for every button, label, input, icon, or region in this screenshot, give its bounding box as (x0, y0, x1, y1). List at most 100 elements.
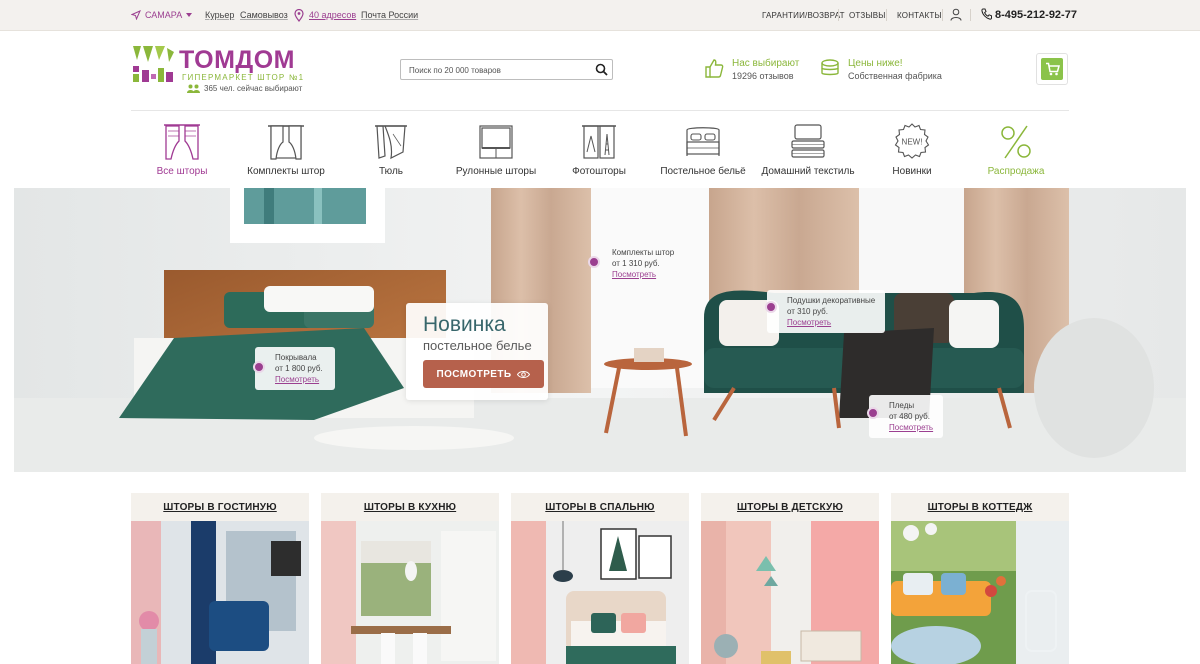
guarantees-link[interactable]: ГАРАНТИИ/ВОЗВРАТ (762, 11, 845, 20)
location-arrow-icon (131, 10, 141, 20)
delivery-pickup-link[interactable]: Самовывоз (240, 10, 288, 20)
hotspot-dot[interactable] (253, 361, 265, 373)
room-card-title[interactable]: ШТОРЫ В КУХНЮ (321, 493, 499, 521)
cart-icon (1045, 62, 1060, 76)
room-bedroom-photo (511, 521, 689, 664)
thumbs-up-icon (705, 59, 724, 78)
room-kids-photo (701, 521, 879, 664)
feature-subtitle: 19296 отзывов (732, 71, 794, 81)
curtain-set-icon (268, 125, 304, 160)
reviews-link[interactable]: ОТЗЫВЫ (849, 11, 886, 20)
hotspot-bedspreads: Покрывала от 1 800 руб. Посмотреть (253, 347, 335, 390)
promo-view-button[interactable]: ПОСМОТРЕТЬ (423, 360, 544, 388)
hotspot-link[interactable]: Посмотреть (275, 374, 328, 385)
feature-prices: Цены ниже! Собственная фабрика (820, 58, 942, 82)
logo-mark-icon (133, 46, 174, 82)
hotspot-text: Покрывала от 1 800 руб. Посмотреть (275, 352, 328, 385)
promo-subtitle: постельное белье (423, 338, 532, 353)
category-label: Комплекты штор (247, 166, 325, 177)
category-label: Все шторы (156, 166, 208, 177)
hotspot-dot[interactable] (588, 256, 600, 268)
visitor-count-text: 365 чел. сейчас выбирают (204, 84, 303, 93)
people-icon (187, 84, 200, 93)
hotspot-link[interactable]: Посмотреть (787, 317, 878, 328)
room-card-title[interactable]: ШТОРЫ В ГОСТИНУЮ (131, 493, 309, 521)
hotspot-link[interactable]: Посмотреть (889, 422, 936, 433)
room-card-title[interactable]: ШТОРЫ В ДЕТСКУЮ (701, 493, 879, 521)
feature-subtitle: Собственная фабрика (848, 71, 942, 81)
category-roller-blinds[interactable]: Рулонные шторы (441, 120, 551, 177)
phone-number[interactable]: 8-495-212-92-77 (995, 9, 1077, 21)
hotspot-dot[interactable] (867, 407, 879, 419)
room-kitchen-photo (321, 521, 499, 664)
category-bed-linen[interactable]: Постельное бельё (648, 120, 758, 177)
feature-title: Нас выбирают (732, 58, 800, 69)
svg-text:NEW!: NEW! (902, 138, 923, 147)
hotspot-curtain-sets: Комплекты штор от 1 310 руб. Посмотреть (612, 247, 674, 280)
room-card-title[interactable]: ШТОРЫ В КОТТЕДЖ (891, 493, 1069, 521)
hotspot-throws: Пледы от 480 руб. Посмотреть (867, 395, 943, 438)
hero-room-illustration (14, 188, 1186, 472)
city-selector[interactable]: САМАРА (131, 10, 193, 20)
fabric-roll-icon (821, 59, 839, 76)
hotspot-price: от 310 руб. (787, 307, 828, 316)
chevron-down-icon (186, 13, 193, 17)
hotspot-text: Пледы от 480 руб. Посмотреть (889, 400, 936, 433)
category-label: Домашний текстиль (761, 166, 855, 177)
divider (838, 9, 839, 21)
search-icon[interactable] (595, 63, 608, 76)
room-card-living[interactable]: ШТОРЫ В ГОСТИНУЮ (131, 493, 309, 664)
roller-blind-icon (479, 125, 513, 159)
towels-icon (791, 124, 825, 158)
promo-card: Новинка постельное белье ПОСМОТРЕТЬ (406, 303, 548, 400)
hotspot-name: Пледы (889, 401, 915, 410)
hotspot-text: Подушки декоративные от 310 руб. Посмотр… (787, 295, 878, 328)
hotspot-pillows: Подушки декоративные от 310 руб. Посмотр… (765, 290, 885, 333)
room-card-bedroom[interactable]: ШТОРЫ В СПАЛЬНЮ (511, 493, 689, 664)
category-all-curtains[interactable]: Все шторы (127, 120, 237, 177)
search-box (400, 59, 613, 80)
hotspot-price: от 1 800 руб. (275, 364, 323, 373)
room-card-kids[interactable]: ШТОРЫ В ДЕТСКУЮ (701, 493, 879, 664)
eye-icon (517, 370, 531, 378)
divider (886, 9, 887, 21)
city-name: САМАРА (145, 10, 183, 20)
visitor-counter: 365 чел. сейчас выбирают (187, 84, 302, 93)
delivery-courier-link[interactable]: Курьер (205, 10, 234, 20)
percent-icon (1001, 125, 1031, 159)
hotspot-price: от 1 310 руб. (612, 259, 660, 268)
hotspot-name: Подушки декоративные (787, 296, 876, 305)
user-icon[interactable] (950, 8, 962, 21)
hero-banner[interactable]: Комплекты штор от 1 310 руб. Посмотреть … (14, 188, 1186, 472)
category-label: Постельное бельё (660, 166, 746, 177)
room-card-cottage[interactable]: ШТОРЫ В КОТТЕДЖ (891, 493, 1069, 664)
category-label: Распродажа (987, 166, 1045, 177)
hotspot-price: от 480 руб. (889, 412, 930, 421)
logo[interactable]: ТОМДОМ гипермаркет штор №1 365 чел. сейч… (131, 44, 306, 94)
category-nav: Все шторы Комплекты штор Тюль Рулонные ш… (131, 120, 1069, 182)
hotspot-link[interactable]: Посмотреть (612, 269, 674, 280)
bed-icon (686, 127, 720, 156)
contacts-link[interactable]: КОНТАКТЫ (897, 11, 942, 20)
divider (970, 9, 971, 21)
category-photo-curtains[interactable]: Фотошторы (544, 120, 654, 177)
pickup-addresses-link[interactable]: 40 адресов (309, 10, 356, 20)
feature-reviews: Нас выбирают 19296 отзывов (704, 58, 799, 82)
category-sale[interactable]: Распродажа (961, 120, 1071, 177)
divider (942, 9, 943, 21)
hotspot-dot[interactable] (765, 301, 777, 313)
search-input[interactable] (401, 61, 581, 80)
category-label: Новинки (892, 166, 932, 177)
category-curtain-sets[interactable]: Комплекты штор (231, 120, 341, 177)
map-pin-icon (294, 9, 304, 22)
category-home-textile[interactable]: Домашний текстиль (753, 120, 863, 177)
category-label: Рулонные шторы (455, 166, 537, 177)
russian-post-link[interactable]: Почта России (361, 10, 418, 20)
promo-title: Новинка (423, 313, 506, 336)
category-new[interactable]: NEW! Новинки (857, 120, 967, 177)
room-card-title[interactable]: ШТОРЫ В СПАЛЬНЮ (511, 493, 689, 521)
photo-curtain-icon (582, 125, 616, 159)
cart-button[interactable] (1036, 53, 1068, 85)
category-tulle[interactable]: Тюль (336, 120, 446, 177)
room-card-kitchen[interactable]: ШТОРЫ В КУХНЮ (321, 493, 499, 664)
